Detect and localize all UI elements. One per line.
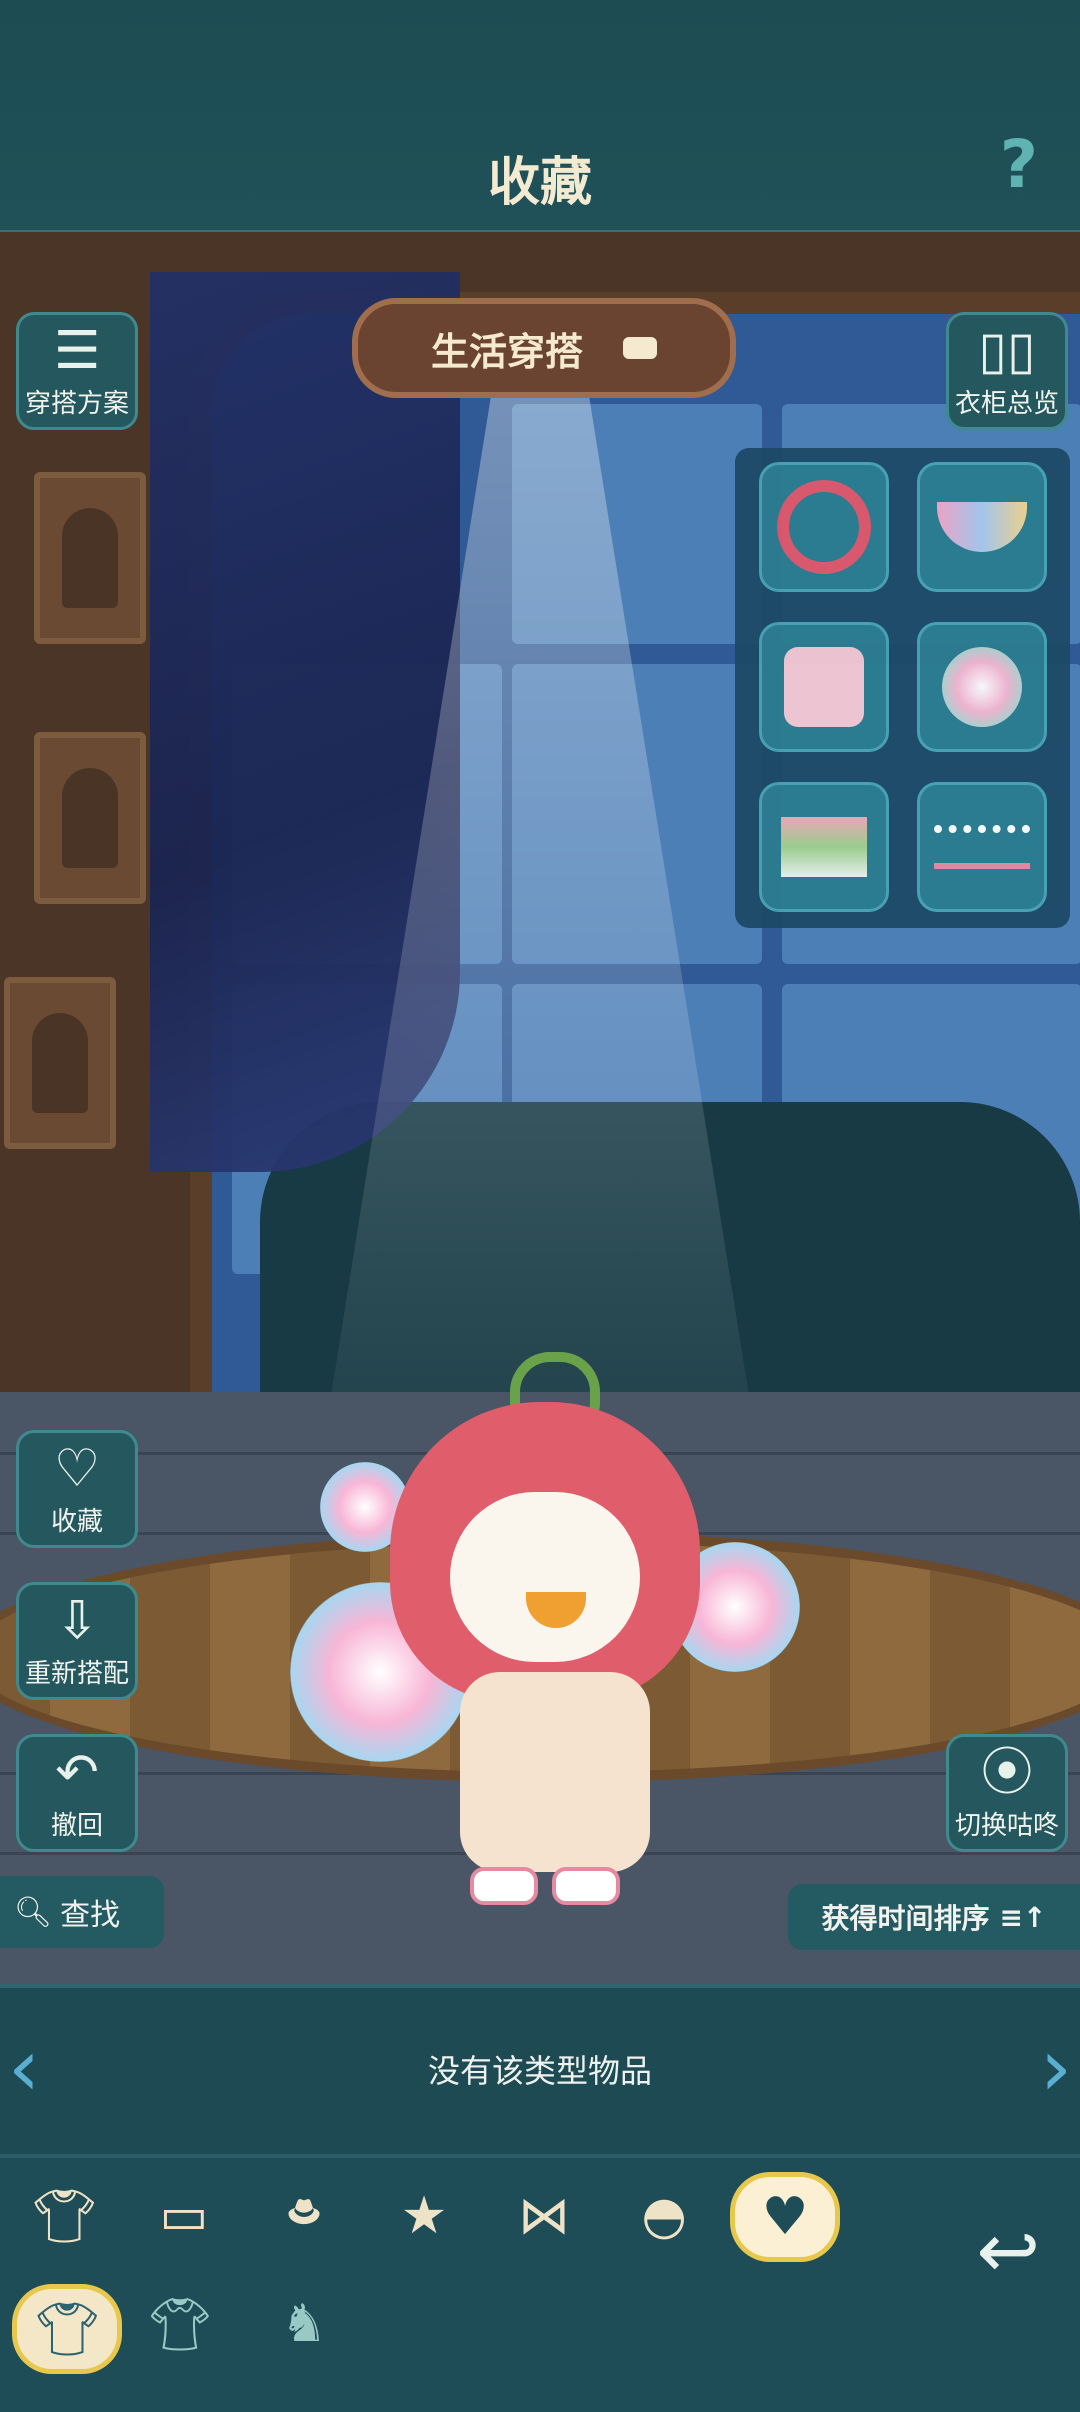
shoe-left — [470, 1867, 538, 1905]
help-button[interactable]: ? — [1000, 126, 1038, 203]
wings-icon: ⋈ — [518, 2186, 570, 2246]
shorts-icon: ▭ — [159, 2186, 209, 2246]
necklace-icon: ★ — [400, 2186, 448, 2246]
undo-icon: ↶ — [55, 1743, 99, 1803]
item-list: ‹ 没有该类型物品 › — [0, 1984, 1080, 2158]
wardrobe-icon: ▯▯ — [978, 321, 1036, 381]
search-icon: 🔍︎ — [14, 1894, 53, 1930]
sort-button[interactable]: 获得时间排序 ≡↑ — [788, 1884, 1080, 1950]
equipped-pinwheel[interactable] — [917, 622, 1047, 752]
equipped-skirt[interactable] — [759, 782, 889, 912]
subcategory-scene[interactable]: ♞ — [258, 2284, 350, 2364]
category-necklace[interactable]: ★ — [378, 2176, 470, 2256]
clothes-icon: 👚︎ — [146, 2294, 213, 2355]
outfit-plan-button[interactable]: ☰ 穿搭方案 — [16, 312, 138, 430]
undo-button[interactable]: ↶ 撤回 — [16, 1734, 138, 1852]
favorite-button[interactable]: ♡ 收藏 — [16, 1430, 138, 1548]
remix-icon: ⇩ — [55, 1591, 99, 1651]
category-bottom[interactable]: ▭ — [138, 2176, 230, 2256]
outfit-body — [460, 1672, 650, 1872]
category-top[interactable]: 👕︎ — [18, 2176, 110, 2256]
sort-icon: ≡↑ — [999, 1900, 1047, 1934]
shirt-icon: 👕︎ — [30, 2186, 97, 2247]
search-button[interactable]: 🔍︎ 查找 — [0, 1876, 164, 1948]
scroll-icon: ☰ — [53, 321, 101, 381]
outfit-type-dropdown[interactable]: 生活穿搭 — [352, 298, 736, 398]
subcategory-top-set[interactable]: 👚︎ — [134, 2284, 226, 2364]
shoe-icon: ◓ — [641, 2186, 687, 2246]
category-shoes[interactable]: ◓ — [618, 2176, 710, 2256]
return-arrow-icon: ↩ — [976, 2206, 1040, 2295]
category-hat[interactable]: 🎩︎ — [258, 2176, 350, 2256]
heart-icon: ♥ — [761, 2187, 809, 2247]
wall-frame — [34, 472, 146, 644]
equipped-headband[interactable] — [759, 462, 889, 592]
next-page-arrow[interactable]: › — [1040, 2028, 1072, 2108]
category-wings[interactable]: ⋈ — [498, 2176, 590, 2256]
back-button[interactable]: ↩ — [976, 2206, 1040, 2295]
shoe-right — [552, 1867, 620, 1905]
heart-icon: ♡ — [53, 1439, 101, 1499]
equipped-collar[interactable] — [917, 462, 1047, 592]
empty-message: 没有该类型物品 — [427, 2052, 652, 2090]
duck-face — [450, 1492, 640, 1662]
dropdown-icon — [623, 337, 657, 359]
equipped-shoes[interactable] — [917, 782, 1047, 912]
switch-character-button[interactable]: ⦿ 切换咕咚 — [946, 1734, 1068, 1852]
hat-icon: 🎩︎ — [287, 2182, 321, 2243]
cat-face-icon: ⦿ — [980, 1743, 1033, 1803]
wall-frame — [34, 732, 146, 904]
wall-frame — [4, 977, 116, 1149]
equipped-top[interactable] — [759, 622, 889, 752]
category-favorite[interactable]: ♥ — [730, 2172, 840, 2262]
outfit-type-label: 生活穿搭 — [430, 329, 583, 374]
wardrobe-overview-button[interactable]: ▯▯ 衣柜总览 — [946, 312, 1068, 430]
page-title: 收藏 — [487, 153, 592, 213]
equipped-items-panel — [735, 448, 1070, 928]
subcategory-set[interactable]: 👕︎ — [12, 2284, 122, 2374]
remix-button[interactable]: ⇩ 重新搭配 — [16, 1582, 138, 1700]
scene-icon: ♞ — [280, 2294, 328, 2354]
outfit-set-icon: 👕︎ — [33, 2299, 100, 2360]
item-panel: ‹ 没有该类型物品 › 👕︎ ▭ 🎩︎ ★ ⋈ ◓ ♥ 👕︎ 👚︎ ♞ — [0, 1984, 1080, 2412]
top-bar: 收藏 ? — [0, 0, 1080, 234]
character[interactable] — [290, 1292, 810, 1912]
